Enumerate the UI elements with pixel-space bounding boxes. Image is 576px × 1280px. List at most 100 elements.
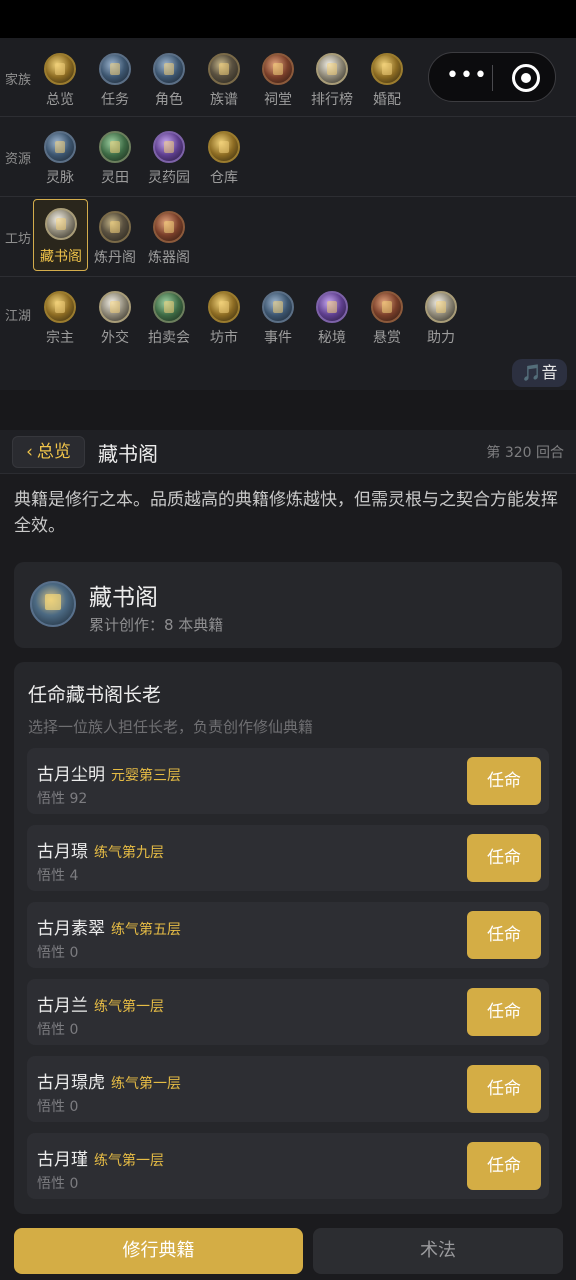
appoint-description: 选择一位族人担任长老，负责创作修仙典籍 [28, 718, 314, 736]
row-label: 江湖 [4, 309, 31, 324]
nav-item-herb-garden[interactable]: 灵药园 [142, 127, 196, 193]
ranking-icon [316, 53, 348, 85]
music-note-icon: 🎵 [521, 363, 542, 382]
assist-icon [425, 291, 457, 323]
nav-item-warehouse[interactable]: 仓库 [197, 127, 251, 193]
candidate-realm: 元婴第三层 [111, 768, 181, 784]
nav-row-resources: 资源 灵脉 灵田 灵药园 仓库 [0, 117, 576, 197]
candidate-wuxing: 悟性 0 [37, 1176, 79, 1192]
candidate-realm: 练气第一层 [94, 999, 164, 1015]
nav-item-diplomacy[interactable]: 外交 [88, 287, 142, 353]
nav-item-library[interactable]: 藏书阁 [33, 199, 88, 271]
candidate-realm: 练气第五层 [111, 922, 181, 938]
warehouse-icon [208, 131, 240, 163]
marriage-icon [371, 53, 403, 85]
appoint-button[interactable]: 任命 [467, 988, 541, 1036]
nav-item-alchemy[interactable]: 炼丹阁 [88, 207, 142, 273]
row-label: 工坊 [4, 232, 31, 247]
alchemy-furnace-icon [99, 211, 131, 243]
nav-item-assist[interactable]: 助力 [414, 287, 468, 353]
candidate-wuxing: 悟性 4 [37, 868, 79, 884]
nav-item-spirit-field[interactable]: 灵田 [88, 127, 142, 193]
miniprogram-capsule: ••• [428, 52, 556, 102]
bounty-icon [371, 291, 403, 323]
candidate-name: 古月尘明 [37, 765, 105, 785]
nav-item-ranking[interactable]: 排行榜 [305, 49, 359, 115]
spirit-vein-icon [44, 131, 76, 163]
candidate-name: 古月瑾 [37, 1150, 88, 1170]
back-button[interactable]: ‹ 总览 [12, 436, 85, 468]
section-spacer [0, 390, 576, 430]
candidate-row: 古月瑾 练气第一层 悟性 0 任命 [27, 1133, 549, 1199]
diplomacy-icon [99, 291, 131, 323]
candidate-row: 古月素翠 练气第五层 悟性 0 任命 [27, 902, 549, 968]
nav-item-overview[interactable]: 总览 [33, 49, 87, 115]
genealogy-tree-icon [208, 53, 240, 85]
nav-item-sect-master[interactable]: 宗主 [33, 287, 87, 353]
tab-cultivation-manuals[interactable]: 修行典籍 [14, 1228, 303, 1274]
nav-item-bounty[interactable]: 悬赏 [360, 287, 414, 353]
library-info-card: 藏书阁 累计创作：8 本典籍 [14, 562, 562, 648]
appoint-button[interactable]: 任命 [467, 1142, 541, 1190]
secret-realm-icon [316, 291, 348, 323]
page-header: ‹ 总览 藏书阁 第 320 回合 [0, 430, 576, 474]
sect-master-icon [44, 291, 76, 323]
candidate-row: 古月尘明 元婴第三层 悟性 92 任命 [27, 748, 549, 814]
turn-counter: 第 320 回合 [486, 445, 564, 461]
nav-item-forge[interactable]: 炼器阁 [142, 207, 196, 273]
candidate-name: 古月璟虎 [37, 1073, 105, 1093]
appoint-button[interactable]: 任命 [467, 757, 541, 805]
nav-item-ancestral-hall[interactable]: 祠堂 [251, 49, 305, 115]
nav-item-secret-realm[interactable]: 秘境 [305, 287, 359, 353]
back-label: 总览 [36, 442, 71, 462]
more-options-button[interactable]: ••• [443, 61, 491, 93]
appoint-elder-card: 任命藏书阁长老 选择一位族人担任长老，负责创作修仙典籍 古月尘明 元婴第三层 悟性… [14, 662, 562, 1214]
page-title: 藏书阁 [98, 442, 158, 466]
event-icon [262, 291, 294, 323]
appoint-button[interactable]: 任命 [467, 911, 541, 959]
library-stats: 累计创作：8 本典籍 [89, 616, 224, 634]
nav-item-market[interactable]: 坊市 [197, 287, 251, 353]
library-name: 藏书阁 [89, 585, 158, 611]
family-seal-icon [44, 53, 76, 85]
task-scroll-icon [99, 53, 131, 85]
auction-icon [153, 291, 185, 323]
library-pavilion-icon [45, 208, 77, 240]
nav-item-events[interactable]: 事件 [251, 287, 305, 353]
candidate-realm: 练气第一层 [111, 1076, 181, 1092]
candidate-row: 古月兰 练气第一层 悟性 0 任命 [27, 979, 549, 1045]
candidate-wuxing: 悟性 0 [37, 1099, 79, 1115]
capsule-divider [492, 65, 493, 91]
appoint-heading: 任命藏书阁长老 [28, 684, 162, 706]
nav-row-workshop: 工坊 藏书阁 炼丹阁 炼器阁 [0, 197, 576, 277]
row-label: 家族 [4, 73, 31, 88]
nav-item-tasks[interactable]: 任务 [88, 49, 142, 115]
nav-item-genealogy[interactable]: 族谱 [197, 49, 251, 115]
candidate-name: 古月璟 [37, 842, 88, 862]
library-pavilion-icon [30, 581, 76, 627]
candidate-row: 古月璟虎 练气第一层 悟性 0 任命 [27, 1056, 549, 1122]
nav-item-auction[interactable]: 拍卖会 [142, 287, 196, 353]
candidate-wuxing: 悟性 0 [37, 945, 79, 961]
candidate-row: 古月璟 练气第九层 悟性 4 任命 [27, 825, 549, 891]
appoint-button[interactable]: 任命 [467, 834, 541, 882]
status-bar [0, 0, 576, 38]
nav-item-spirit-vein[interactable]: 灵脉 [33, 127, 87, 193]
candidate-realm: 练气第一层 [94, 1153, 164, 1169]
nav-row-jianghu: 江湖 宗主 外交 拍卖会 坊市 事件 秘境 悬赏 助力 [0, 277, 576, 390]
nav-item-character[interactable]: 角色 [142, 49, 196, 115]
intro-text: 典籍是修行之本。品质越高的典籍修炼越快，但需灵根与之契合方能发挥全效。 [14, 490, 558, 536]
herb-garden-icon [153, 131, 185, 163]
close-miniprogram-icon[interactable] [512, 64, 540, 92]
music-toggle-button[interactable]: 🎵音 [512, 359, 567, 387]
candidate-name: 古月兰 [37, 996, 88, 1016]
candidate-wuxing: 悟性 92 [37, 791, 88, 807]
tab-techniques[interactable]: 术法 [313, 1228, 563, 1274]
spirit-field-icon [99, 131, 131, 163]
appoint-button[interactable]: 任命 [467, 1065, 541, 1113]
row-label: 资源 [4, 152, 31, 167]
nav-item-marriage[interactable]: 婚配 [360, 49, 414, 115]
ancestral-hall-icon [262, 53, 294, 85]
forge-icon [153, 211, 185, 243]
character-icon [153, 53, 185, 85]
